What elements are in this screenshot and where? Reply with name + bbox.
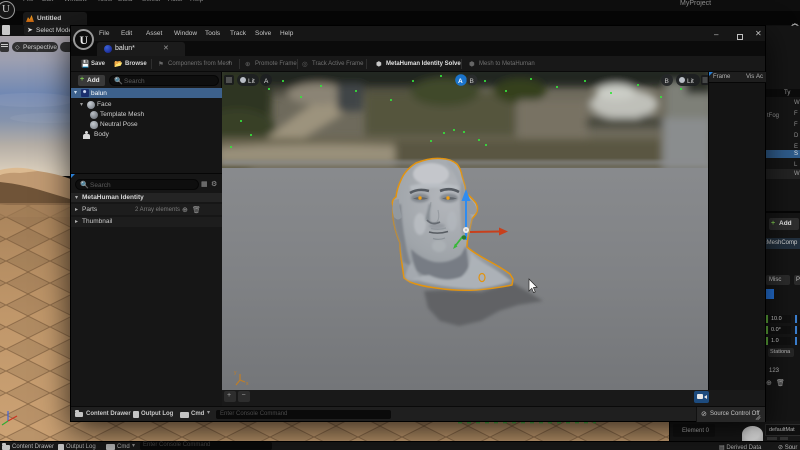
svg-text:A: A: [264, 78, 269, 85]
svg-text:A: A: [458, 78, 463, 85]
svg-text:Lit: Lit: [687, 78, 694, 85]
svg-text:Lit: Lit: [248, 78, 255, 85]
svg-text:B: B: [470, 78, 474, 85]
svg-text:B: B: [665, 78, 669, 85]
